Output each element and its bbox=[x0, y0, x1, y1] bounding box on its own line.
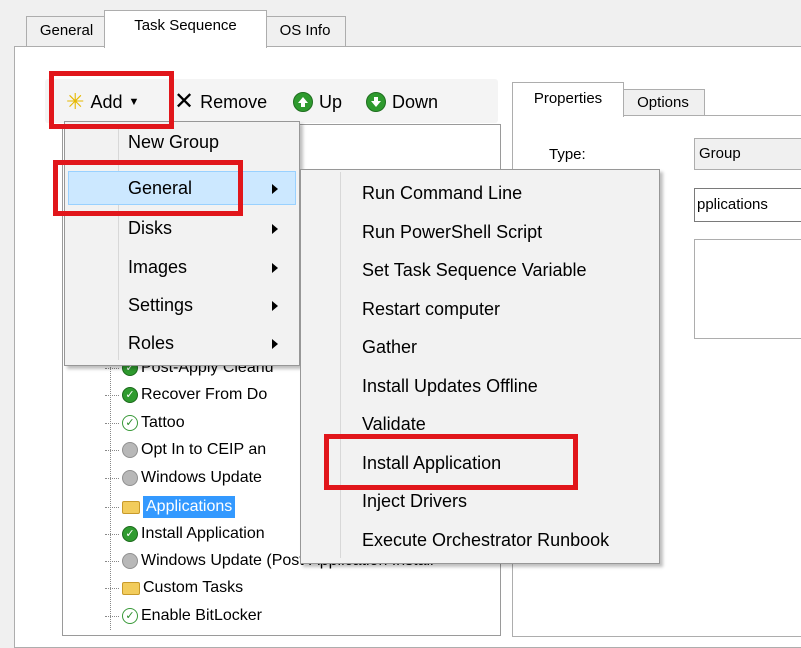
tree-item-label: Enable BitLocker bbox=[141, 607, 262, 624]
tree-item[interactable]: Windows Update bbox=[105, 467, 262, 489]
down-label: Down bbox=[392, 92, 439, 112]
menu-item-restart-computer[interactable]: Restart computer bbox=[362, 297, 500, 323]
green-sequence-icon: ✓ bbox=[122, 526, 138, 542]
tree-item-label: Tattoo bbox=[141, 414, 185, 431]
menu-item-run-powershell-script[interactable]: Run PowerShell Script bbox=[362, 220, 542, 246]
folder-icon bbox=[122, 500, 140, 514]
submenu-arrow-icon bbox=[272, 263, 278, 273]
submenu-arrow-icon bbox=[272, 224, 278, 234]
install-application-highlight bbox=[324, 434, 578, 490]
up-button[interactable]: Up bbox=[293, 90, 342, 114]
submenu-arrow-icon bbox=[272, 184, 278, 194]
tree-item-label: Recover From Do bbox=[141, 386, 268, 403]
check-icon: ✓ bbox=[122, 415, 138, 431]
submenu-arrow-icon bbox=[272, 301, 278, 311]
down-button[interactable]: Down bbox=[366, 90, 438, 114]
tree-item[interactable]: ✓ Enable BitLocker bbox=[105, 605, 262, 627]
tree-item-selected[interactable]: Applications bbox=[105, 496, 236, 518]
tab-options[interactable]: Options bbox=[621, 89, 705, 116]
tree-item[interactable]: ✓ Install Application bbox=[105, 523, 265, 545]
submenu-separator bbox=[340, 172, 341, 558]
tree-item-label: Opt In to CEIP an bbox=[141, 441, 267, 458]
folder-icon bbox=[122, 581, 140, 595]
add-menu bbox=[64, 121, 300, 366]
name-field[interactable]: pplications bbox=[694, 188, 801, 222]
remove-label: Remove bbox=[200, 92, 268, 112]
tab-properties[interactable]: Properties bbox=[512, 82, 624, 117]
tree-item-label: Install Application bbox=[141, 525, 265, 542]
tree-item-label: Windows Update bbox=[141, 469, 262, 486]
disabled-step-icon bbox=[122, 470, 138, 486]
menu-item-gather[interactable]: Gather bbox=[362, 335, 417, 361]
type-value: Group bbox=[694, 138, 801, 170]
menu-item-roles[interactable]: Roles bbox=[128, 331, 174, 357]
tree-item[interactable]: ✓ Recover From Do bbox=[105, 384, 267, 406]
up-arrow-icon bbox=[293, 92, 313, 112]
remove-button[interactable]: ✕ Remove bbox=[174, 90, 267, 114]
tab-task-sequence[interactable]: Task Sequence bbox=[104, 10, 267, 48]
menu-item-images[interactable]: Images bbox=[128, 255, 187, 281]
tree-item[interactable]: Opt In to CEIP an bbox=[105, 439, 266, 461]
tree-item[interactable]: Custom Tasks bbox=[105, 577, 243, 599]
menu-item-set-task-sequence-variable[interactable]: Set Task Sequence Variable bbox=[362, 258, 586, 284]
menu-item-disks[interactable]: Disks bbox=[128, 216, 172, 242]
submenu-arrow-icon bbox=[272, 339, 278, 349]
menu-item-new-group[interactable]: New Group bbox=[128, 130, 219, 156]
tree-item-label: Applications bbox=[143, 496, 236, 518]
tab-general[interactable]: General bbox=[26, 16, 107, 47]
tree-item-label: Custom Tasks bbox=[143, 579, 244, 596]
menu-item-execute-orchestrator-runbook[interactable]: Execute Orchestrator Runbook bbox=[362, 528, 609, 554]
check-icon: ✓ bbox=[122, 608, 138, 624]
menu-item-inject-drivers[interactable]: Inject Drivers bbox=[362, 489, 467, 515]
remove-x-icon: ✕ bbox=[174, 88, 195, 115]
tab-os-info[interactable]: OS Info bbox=[264, 16, 346, 47]
add-button-highlight bbox=[49, 71, 174, 129]
menu-item-install-updates-offline[interactable]: Install Updates Offline bbox=[362, 374, 538, 400]
menu-item-run-command-line[interactable]: Run Command Line bbox=[362, 181, 522, 207]
disabled-step-icon bbox=[122, 553, 138, 569]
green-sequence-icon: ✓ bbox=[122, 387, 138, 403]
general-item-highlight bbox=[53, 160, 243, 216]
tree-item[interactable]: ✓ Tattoo bbox=[105, 412, 185, 434]
down-arrow-icon bbox=[366, 92, 386, 112]
description-field[interactable] bbox=[694, 239, 801, 339]
disabled-step-icon bbox=[122, 442, 138, 458]
type-label: Type: bbox=[549, 146, 586, 163]
up-label: Up bbox=[319, 92, 343, 112]
menu-item-settings[interactable]: Settings bbox=[128, 293, 193, 319]
